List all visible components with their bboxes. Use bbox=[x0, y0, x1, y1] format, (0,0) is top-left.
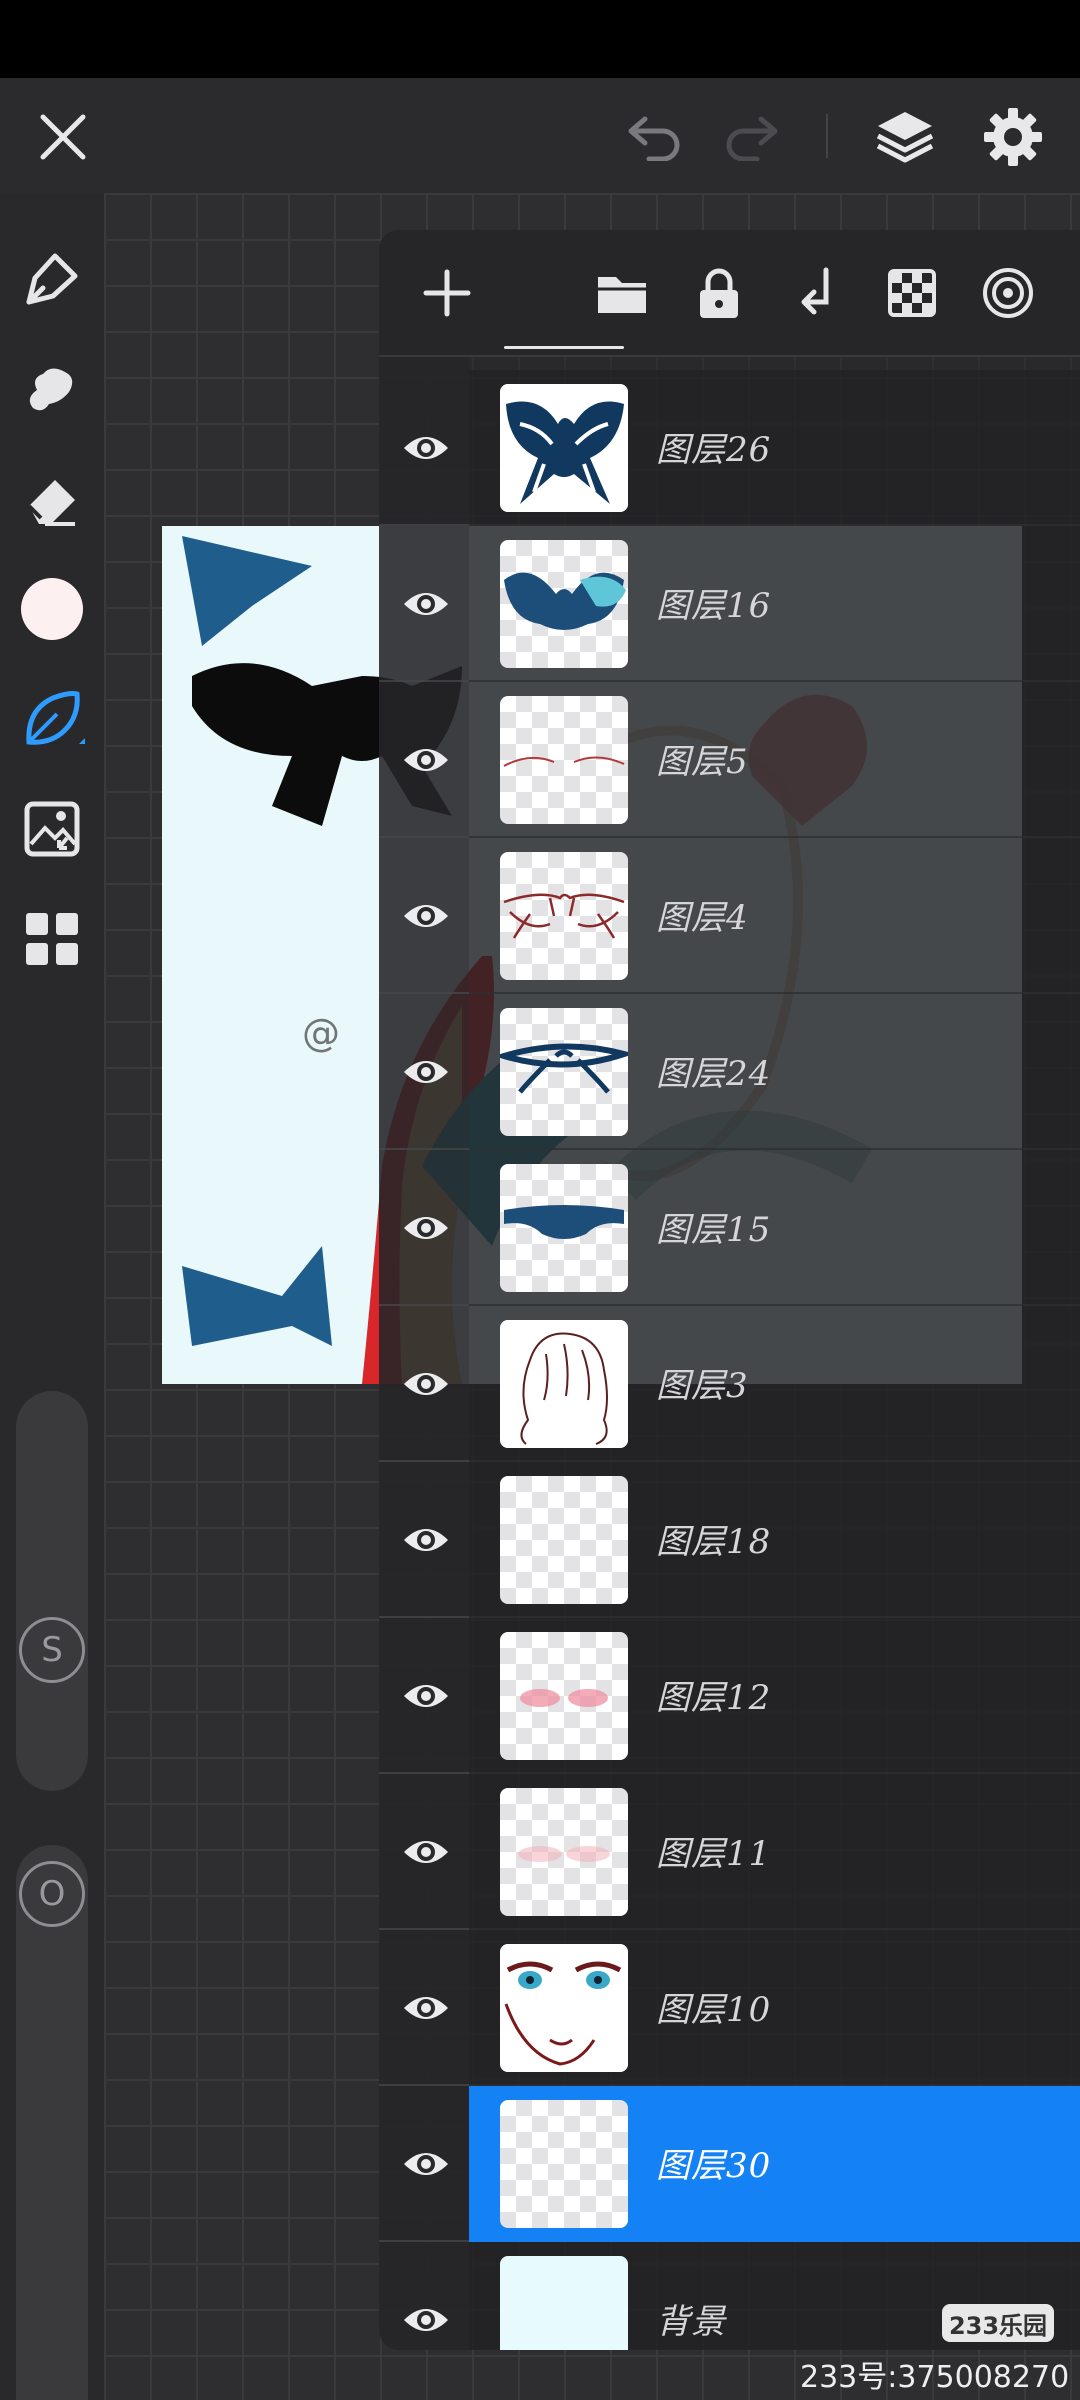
layer-thumbnail bbox=[500, 384, 628, 512]
layer-name: 图层16 bbox=[656, 586, 772, 626]
layer-thumbnail bbox=[500, 540, 628, 668]
layer-thumbnail bbox=[500, 1632, 628, 1760]
blend-mode-icon[interactable] bbox=[973, 258, 1043, 328]
eye-icon[interactable] bbox=[399, 1349, 453, 1419]
color-swatch[interactable] bbox=[14, 571, 90, 647]
top-bar bbox=[0, 78, 1080, 193]
layer-name: 图层15 bbox=[656, 1210, 772, 1250]
layer-row[interactable]: 图层26 bbox=[379, 370, 1080, 526]
opacity-knob[interactable]: O bbox=[19, 1861, 85, 1927]
brush-size-knob[interactable]: S bbox=[19, 1617, 85, 1683]
layer-thumbnail bbox=[500, 1788, 628, 1916]
status-bar bbox=[0, 0, 1080, 78]
layer-name: 图层3 bbox=[656, 1366, 749, 1406]
layer-row[interactable]: 图层16 bbox=[379, 526, 1080, 682]
gallery-grid-icon[interactable] bbox=[14, 901, 90, 977]
layer-name: 背景 bbox=[656, 2302, 726, 2342]
panel-divider bbox=[379, 355, 1080, 357]
toolbar-divider bbox=[826, 114, 828, 158]
merge-down-icon[interactable] bbox=[781, 258, 851, 328]
eraser-icon[interactable] bbox=[14, 461, 90, 537]
smudge-icon[interactable] bbox=[14, 351, 90, 427]
redo-icon[interactable] bbox=[716, 106, 786, 166]
layer-thumbnail bbox=[500, 1164, 628, 1292]
brush-size-label: S bbox=[41, 1630, 63, 1670]
layer-thumbnail bbox=[500, 1320, 628, 1448]
layer-thumbnail bbox=[500, 1944, 628, 2072]
layer-row[interactable]: 图层24 bbox=[379, 994, 1080, 1150]
layer-name: 图层5 bbox=[656, 742, 749, 782]
watermark-text: 233号:375008270 bbox=[800, 2360, 1070, 2395]
layer-name: 图层18 bbox=[656, 1522, 772, 1562]
eye-icon[interactable] bbox=[399, 725, 453, 795]
layer-thumbnail bbox=[500, 696, 628, 824]
gear-icon[interactable] bbox=[976, 100, 1050, 174]
eye-icon[interactable] bbox=[399, 2129, 453, 2199]
layer-row[interactable]: 图层3 bbox=[379, 1306, 1080, 1462]
layer-row[interactable]: 图层5 bbox=[379, 682, 1080, 838]
eye-icon[interactable] bbox=[399, 1505, 453, 1575]
layer-name: 图层30 bbox=[656, 2146, 772, 2186]
layer-name: 图层12 bbox=[656, 1678, 772, 1718]
layer-row[interactable]: 图层15 bbox=[379, 1150, 1080, 1306]
eye-icon[interactable] bbox=[399, 2285, 453, 2350]
eye-icon[interactable] bbox=[399, 1661, 453, 1731]
eye-icon[interactable] bbox=[399, 881, 453, 951]
eye-icon[interactable] bbox=[399, 569, 453, 639]
opacity-slider[interactable] bbox=[16, 1845, 88, 2400]
layer-name: 图层10 bbox=[656, 1990, 772, 2030]
transparency-icon[interactable] bbox=[877, 258, 947, 328]
add-layer-icon[interactable] bbox=[412, 258, 482, 328]
layer-row[interactable]: 图层11 bbox=[379, 1774, 1080, 1930]
opacity-label: O bbox=[38, 1874, 66, 1914]
undo-icon[interactable] bbox=[620, 106, 690, 166]
layer-row[interactable]: 图层12 bbox=[379, 1618, 1080, 1774]
layer-thumbnail bbox=[500, 1476, 628, 1604]
layer-thumbnail bbox=[500, 2256, 628, 2350]
layers-icon[interactable] bbox=[868, 100, 942, 174]
lock-icon[interactable] bbox=[684, 258, 754, 328]
layers-panel-toolbar bbox=[379, 230, 1080, 355]
layer-name: 图层24 bbox=[656, 1054, 772, 1094]
brush-leaf-icon[interactable] bbox=[14, 681, 90, 757]
left-toolbar: S O bbox=[0, 193, 104, 2400]
eye-icon[interactable] bbox=[399, 1817, 453, 1887]
pen-tool-icon[interactable] bbox=[14, 241, 90, 317]
eye-icon[interactable] bbox=[399, 1973, 453, 2043]
watermark-logo: 233乐园 bbox=[942, 2304, 1054, 2342]
layer-row[interactable]: 图层18 bbox=[379, 1462, 1080, 1618]
layer-row[interactable]: 图层30 bbox=[379, 2086, 1080, 2242]
import-image-icon[interactable] bbox=[14, 791, 90, 867]
svg-text:@: @ bbox=[302, 1011, 340, 1055]
layer-row[interactable]: 图层4 bbox=[379, 838, 1080, 994]
layer-thumbnail bbox=[500, 2100, 628, 2228]
layer-thumbnail bbox=[500, 852, 628, 980]
layer-row[interactable]: 图层10 bbox=[379, 1930, 1080, 2086]
eye-icon[interactable] bbox=[399, 413, 453, 483]
layer-name: 图层4 bbox=[656, 898, 749, 938]
layer-name: 图层11 bbox=[656, 1834, 772, 1874]
folder-icon[interactable] bbox=[587, 258, 657, 328]
scroll-indicator bbox=[504, 346, 624, 349]
layer-thumbnail bbox=[500, 1008, 628, 1136]
brush-size-slider[interactable] bbox=[16, 1391, 88, 1791]
layer-name: 图层26 bbox=[656, 430, 772, 470]
eye-icon[interactable] bbox=[399, 1193, 453, 1263]
eye-icon[interactable] bbox=[399, 1037, 453, 1107]
close-icon[interactable] bbox=[28, 102, 98, 172]
layers-panel: 图层26 图层16 图层5 图层4 图层24 图层15 图层3 图层18 图层12 图层11 图层1… bbox=[379, 230, 1080, 2350]
